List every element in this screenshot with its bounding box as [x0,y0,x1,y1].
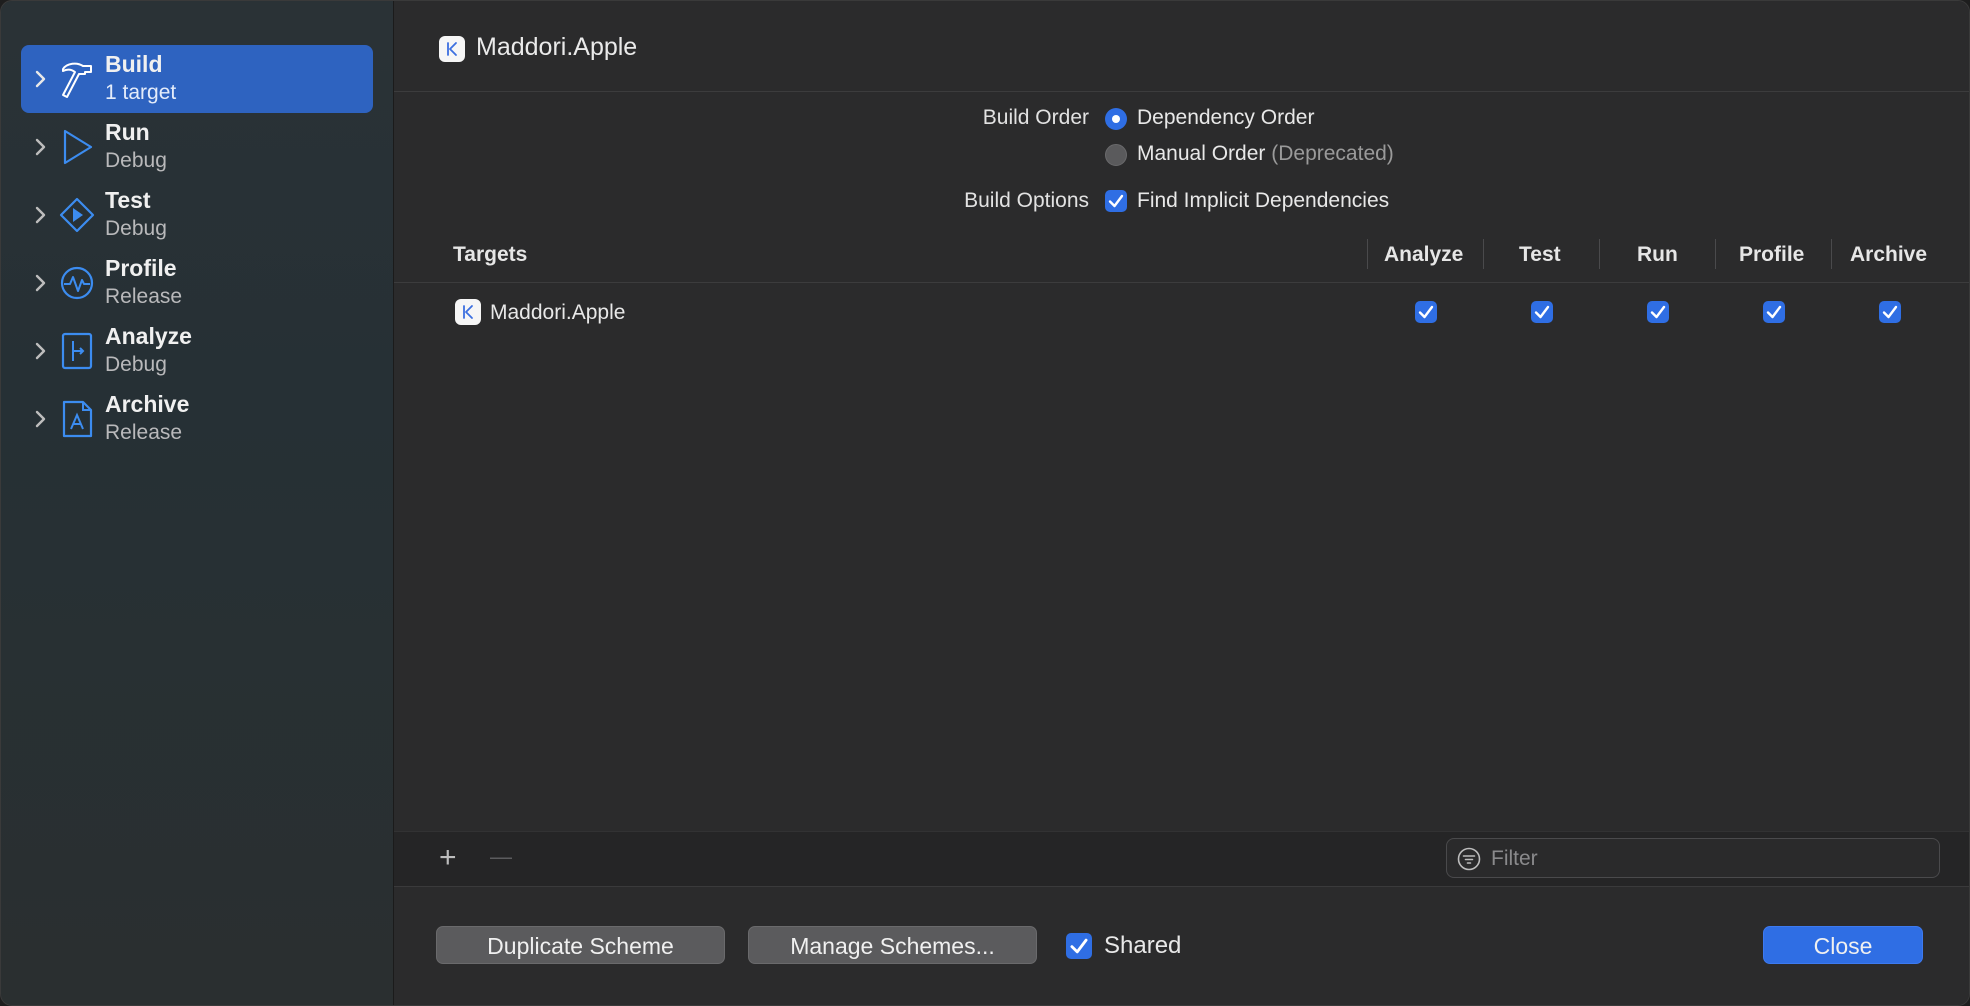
checkmark-icon [1882,305,1898,319]
chevron-right-icon[interactable] [31,67,51,91]
sidebar-item-subtitle: Release [105,421,183,444]
waveform-icon [60,266,94,300]
sidebar-item-label: Archive [105,391,190,417]
chevron-right-icon[interactable] [31,135,51,159]
filter-field[interactable] [1446,838,1940,878]
table-row[interactable]: Maddori.Apple [394,283,1969,331]
sidebar-item-subtitle: 1 target [105,81,177,104]
target-name: Maddori.Apple [490,301,626,324]
sidebar-item-label: Analyze [105,323,192,349]
column-header-run[interactable]: Run [1637,243,1678,267]
checkmark-icon [1650,305,1666,319]
column-header-analyze[interactable]: Analyze [1384,243,1463,267]
manage-schemes-button[interactable]: Manage Schemes... [748,926,1037,964]
app-icon [455,299,481,325]
table-toolbar: + — [394,831,1969,886]
profile-checkbox[interactable] [1763,301,1785,323]
sidebar-item-label: Build [105,51,163,77]
sidebar-item-test[interactable]: Test Debug [21,181,373,249]
checkmark-icon [1070,938,1088,954]
sidebar-item-subtitle: Debug [105,353,167,376]
sidebar: Build 1 target Run Debug Test Debug Prof… [1,1,394,1005]
chevron-right-icon[interactable] [31,203,51,227]
sidebar-item-label: Test [105,187,151,213]
targets-table: Maddori.Apple [394,283,1969,831]
filter-input[interactable] [1489,846,1923,872]
main-panel: Maddori.Apple Build Order Dependency Ord… [394,1,1969,1005]
sidebar-item-subtitle: Debug [105,217,167,240]
filter-icon [1457,847,1481,871]
chevron-right-icon[interactable] [31,271,51,295]
header: Maddori.Apple [394,1,1969,92]
sidebar-item-archive[interactable]: Archive Release [21,385,373,453]
analyze-checkbox[interactable] [1415,301,1437,323]
test-diamond-icon [59,197,95,233]
targets-table-header: Targets Analyze Test Run Profile Archive [394,227,1969,283]
test-checkbox[interactable] [1531,301,1553,323]
sidebar-item-analyze[interactable]: Analyze Debug [21,317,373,385]
dependency-order-label[interactable]: Dependency Order [1137,106,1314,130]
sidebar-item-subtitle: Debug [105,149,167,172]
checkmark-icon [1534,305,1550,319]
sidebar-item-subtitle: Release [105,285,183,308]
close-button[interactable]: Close [1763,926,1923,964]
column-separator [1483,239,1484,269]
column-header-targets[interactable]: Targets [453,243,527,267]
column-separator [1715,239,1716,269]
build-order-label: Build Order [982,106,1089,129]
deprecated-note: (Deprecated) [1271,142,1394,165]
page-title: Maddori.Apple [476,33,638,61]
sidebar-item-label: Profile [105,255,177,281]
analyze-branch-icon [61,332,93,370]
duplicate-scheme-button[interactable]: Duplicate Scheme [436,926,725,964]
footer: Duplicate Scheme Manage Schemes... Share… [394,886,1969,1005]
sidebar-item-label: Run [105,119,150,145]
column-separator [1831,239,1832,269]
remove-target-button[interactable]: — [490,842,512,872]
play-icon [63,129,93,165]
shared-checkbox[interactable] [1066,933,1092,959]
scheme-editor-window: Build 1 target Run Debug Test Debug Prof… [0,0,1970,1006]
chevron-right-icon[interactable] [31,407,51,431]
column-separator [1367,239,1368,269]
build-options-label: Build Options [964,189,1089,212]
add-target-button[interactable]: + [439,843,457,873]
checkmark-icon [1418,305,1434,319]
find-implicit-checkbox[interactable] [1105,190,1127,212]
shared-label[interactable]: Shared [1104,932,1181,960]
hammer-icon [62,62,92,98]
column-separator [1599,239,1600,269]
chevron-right-icon[interactable] [31,339,51,363]
manual-order-option[interactable]: Manual Order (Deprecated) [1137,142,1394,166]
run-checkbox[interactable] [1647,301,1669,323]
checkmark-icon [1108,194,1124,208]
checkmark-icon [1766,305,1782,319]
sidebar-item-build[interactable]: Build 1 target [21,45,373,113]
archive-checkbox[interactable] [1879,301,1901,323]
archive-appstore-icon [62,400,93,438]
manual-order-label[interactable]: Manual Order [1137,142,1265,165]
find-implicit-label[interactable]: Find Implicit Dependencies [1137,189,1389,213]
manual-order-radio[interactable] [1105,144,1127,166]
column-header-profile[interactable]: Profile [1739,243,1804,267]
dependency-order-radio[interactable] [1105,108,1127,130]
app-icon [439,36,465,62]
column-header-test[interactable]: Test [1519,243,1561,267]
sidebar-item-run[interactable]: Run Debug [21,113,373,181]
column-header-archive[interactable]: Archive [1850,243,1927,267]
sidebar-item-profile[interactable]: Profile Release [21,249,373,317]
